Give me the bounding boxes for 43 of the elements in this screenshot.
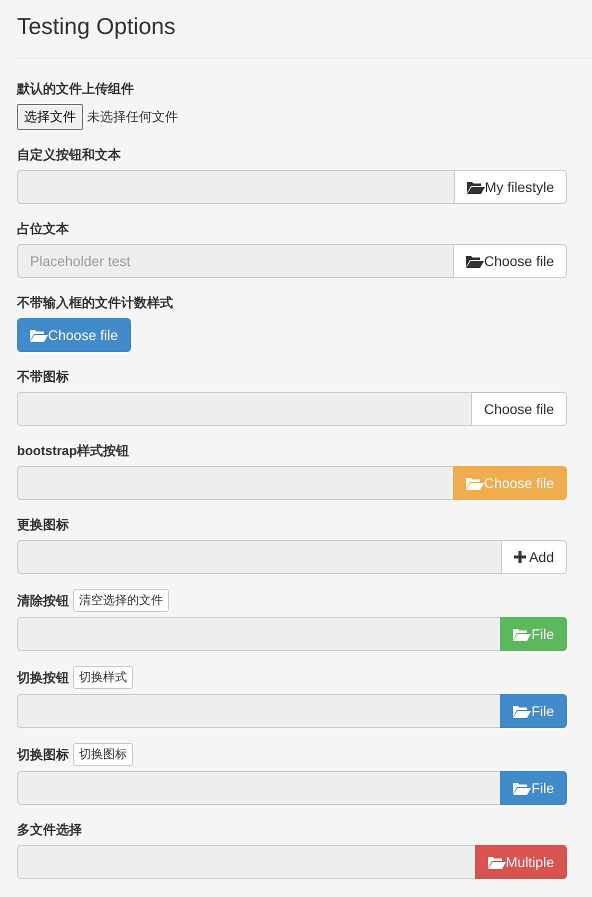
file-name-field[interactable]: Placeholder test [17,244,453,278]
field-label: 占位文本 [17,220,69,238]
file-name-field[interactable] [17,694,500,728]
field-label: 多文件选择 [17,821,82,839]
file-name-field[interactable] [17,170,454,204]
file-name-field[interactable] [17,617,500,651]
folder-icon [488,855,506,869]
file-name-field[interactable] [17,771,500,805]
field-label: 清除按钮 [17,592,69,610]
field-label: 不带图标 [17,368,69,386]
file-button[interactable]: Choose file [470,392,567,426]
file-button[interactable]: 选择文件 [17,104,83,130]
file-button[interactable]: Choose file [17,318,132,352]
field-label: 切换图标 [17,746,69,764]
file-button[interactable]: Add [501,540,567,574]
folder-icon [466,476,484,490]
action-button[interactable]: 清空选择的文件 [73,589,169,612]
field-label: 更换图标 [17,516,69,534]
folder-icon [513,627,532,641]
file-name-field[interactable] [17,392,471,426]
field-label: 自定义按钮和文本 [17,146,121,164]
action-button[interactable]: 切换样式 [73,666,133,689]
file-name-field[interactable] [17,466,453,500]
folder-icon [466,254,484,268]
field-label: bootstrap样式按钮 [17,442,129,460]
file-status: 未选择任何文件 [87,108,178,126]
field-label: 默认的文件上传组件 [17,80,134,98]
file-name-field[interactable] [17,845,475,879]
field-label: 切换按钮 [17,668,69,686]
folder-icon [513,781,532,795]
field-label: 不带输入框的文件计数样式 [17,294,173,312]
action-button[interactable]: 切换图标 [73,743,133,766]
file-name-field[interactable] [17,540,502,574]
file-button[interactable]: Multiple [474,845,567,879]
file-button[interactable]: File [500,771,567,805]
page-title: Testing Options [17,0,592,59]
file-button[interactable]: File [500,694,567,728]
file-button[interactable]: Choose file [452,244,567,278]
plus-icon [514,551,526,563]
folder-icon [30,328,48,342]
folder-icon [513,704,532,718]
file-button[interactable]: My filestyle [454,170,567,204]
folder-icon [466,180,485,194]
